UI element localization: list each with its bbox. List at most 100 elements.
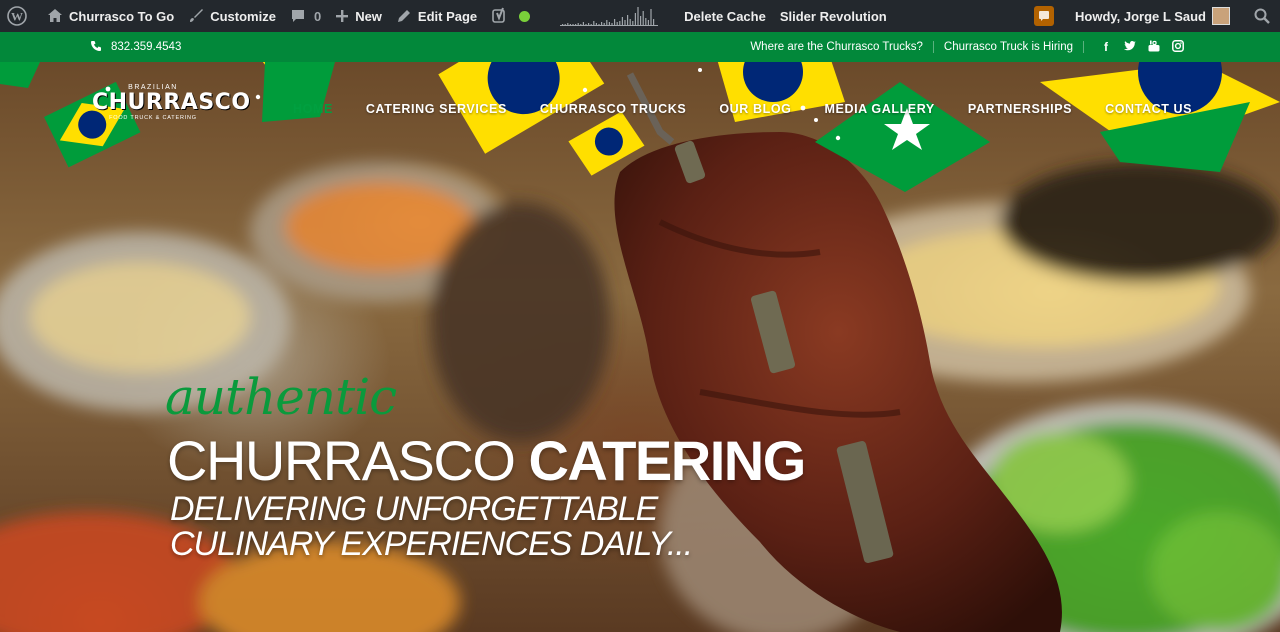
customize-label: Customize [210, 8, 276, 24]
hero-title-light: CHURRASCO [167, 429, 529, 492]
youtube-icon[interactable] [1142, 40, 1166, 55]
nav-item-our-blog[interactable]: OUR BLOG [719, 102, 791, 120]
sparkline-bar [653, 19, 655, 25]
search-icon [1254, 8, 1270, 24]
sparkline-bar [637, 7, 639, 25]
sparkline-bar [640, 16, 642, 25]
edit-page-label: Edit Page [417, 8, 478, 24]
delete-cache-link[interactable]: Delete Cache [677, 0, 773, 32]
sparkline-bar [624, 20, 626, 25]
trucks-location-link[interactable]: Where are the Churrasco Trucks? [740, 41, 934, 53]
svg-text:W: W [11, 10, 23, 24]
brush-icon [188, 8, 204, 24]
sparkline-bar [629, 19, 631, 25]
logo-wordmark: CHURRASCO [92, 90, 251, 115]
top-bar-right: Where are the Churrasco Trucks? Churrasc… [740, 39, 1190, 55]
phone-icon [90, 40, 102, 55]
sparkline-bar [572, 24, 574, 25]
hero-script-heading: authentic [165, 368, 397, 426]
sparkline-bar [567, 23, 569, 25]
sparkline-bar [645, 18, 647, 25]
sparkline-bar [562, 24, 564, 25]
sparkline-bar [577, 23, 579, 25]
sparkline-bar [585, 24, 587, 25]
avatar [1212, 7, 1230, 25]
site-logo[interactable]: BRAZILIAN CHURRASCO FOOD TRUCK & CATERIN… [92, 83, 251, 129]
top-contact-bar: 832.359.4543 Where are the Churrasco Tru… [0, 32, 1280, 62]
sparkline-bar [632, 21, 634, 25]
delete-cache-label: Delete Cache [684, 8, 766, 24]
notification-icon[interactable] [1034, 6, 1055, 26]
wordpress-icon: W [7, 6, 27, 26]
edit-page-link[interactable]: Edit Page [389, 0, 484, 32]
sparkline-bar [606, 20, 608, 25]
facebook-icon[interactable]: f [1094, 40, 1118, 54]
sparkline-bar [603, 23, 605, 25]
hiring-link[interactable]: Churrasco Truck is Hiring [934, 41, 1084, 53]
sparkline-bar [619, 21, 621, 25]
nav-item-partnerships[interactable]: PARTNERSHIPS [968, 102, 1072, 120]
phone-link[interactable]: 832.359.4543 [90, 40, 181, 55]
comment-bubble-icon [290, 8, 306, 24]
sparkline-bar [616, 22, 618, 25]
admin-search-button[interactable] [1240, 0, 1280, 32]
home-icon [47, 8, 63, 24]
sparkline-bar [601, 22, 603, 25]
site-name-link[interactable]: Churrasco To Go [40, 0, 181, 32]
plus-icon [335, 9, 349, 23]
social-links: f [1094, 39, 1190, 55]
sparkline-bar [598, 24, 600, 25]
sparkline-bar [621, 17, 624, 25]
comments-link[interactable]: 0 [283, 0, 328, 32]
sparkline-bar [580, 24, 582, 25]
seo-menu[interactable] [484, 0, 547, 32]
nav-item-contact-us[interactable]: CONTACT US [1105, 102, 1192, 120]
slider-revolution-link[interactable]: Slider Revolution [773, 0, 894, 32]
sparkline-bar [564, 24, 566, 25]
hero-subtitle-line-2: CULINARY EXPERIENCES DAILY... [170, 525, 693, 563]
wp-admin-bar: W Churrasco To Go Customize 0 New Edit P… [0, 0, 1280, 32]
nav-item-home[interactable]: HOME [293, 102, 333, 120]
nav-item-catering-services[interactable]: CATERING SERVICES [366, 102, 507, 120]
sparkline-bar [611, 23, 613, 25]
customize-link[interactable]: Customize [181, 0, 283, 32]
nav-item-churrasco-trucks[interactable]: CHURRASCO TRUCKS [540, 102, 686, 120]
hero-subtitle: DELIVERING UNFORGETTABLE CULINARY EXPERI… [170, 490, 693, 563]
logo-tagline-bottom: FOOD TRUCK & CATERING [109, 115, 197, 121]
phone-number: 832.359.4543 [111, 41, 182, 53]
sparkline-bar [642, 11, 644, 25]
sparkline-bar [569, 24, 572, 25]
sparkline-bar [582, 22, 585, 25]
hero-subtitle-line-1: DELIVERING UNFORGETTABLE [170, 490, 658, 528]
sparkline-bar [575, 24, 577, 25]
sparkline-bar [627, 15, 629, 25]
sparkline-bar [608, 22, 611, 25]
new-label: New [355, 8, 382, 24]
sparkline-bar [590, 24, 592, 25]
nav-item-media-gallery[interactable]: MEDIA GALLERY [825, 102, 935, 120]
new-content-link[interactable]: New [328, 0, 389, 32]
howdy-label: Howdy, Jorge L Saud [1075, 8, 1206, 24]
sparkline-bar [593, 21, 595, 25]
my-account-link[interactable]: Howdy, Jorge L Saud [1068, 0, 1240, 32]
hero-title-bold: CATERING [528, 429, 806, 492]
sparkline-bar [650, 9, 652, 25]
hero-title: CHURRASCO CATERING [167, 428, 806, 493]
yoast-seo-icon [491, 7, 509, 25]
traffic-sparkline-graph [560, 7, 659, 26]
seo-status-dot [519, 10, 531, 22]
pencil-icon [396, 8, 412, 24]
sparkline-bar [595, 23, 598, 25]
twitter-icon[interactable] [1118, 40, 1142, 54]
main-navigation: HOME CATERING SERVICES CHURRASCO TRUCKS … [293, 102, 1225, 120]
slider-revolution-label: Slider Revolution [779, 8, 887, 24]
sparkline-bar [647, 20, 650, 25]
admin-bar-right: Howdy, Jorge L Saud [1034, 0, 1280, 32]
sparkline-bar [614, 19, 616, 25]
wordpress-logo-button[interactable]: W [0, 0, 40, 32]
comments-count: 0 [313, 8, 322, 24]
instagram-icon[interactable] [1166, 39, 1190, 55]
sparkline-bar [634, 13, 637, 25]
sparkline-bar [588, 23, 590, 25]
traffic-sparkline[interactable] [547, 0, 677, 32]
